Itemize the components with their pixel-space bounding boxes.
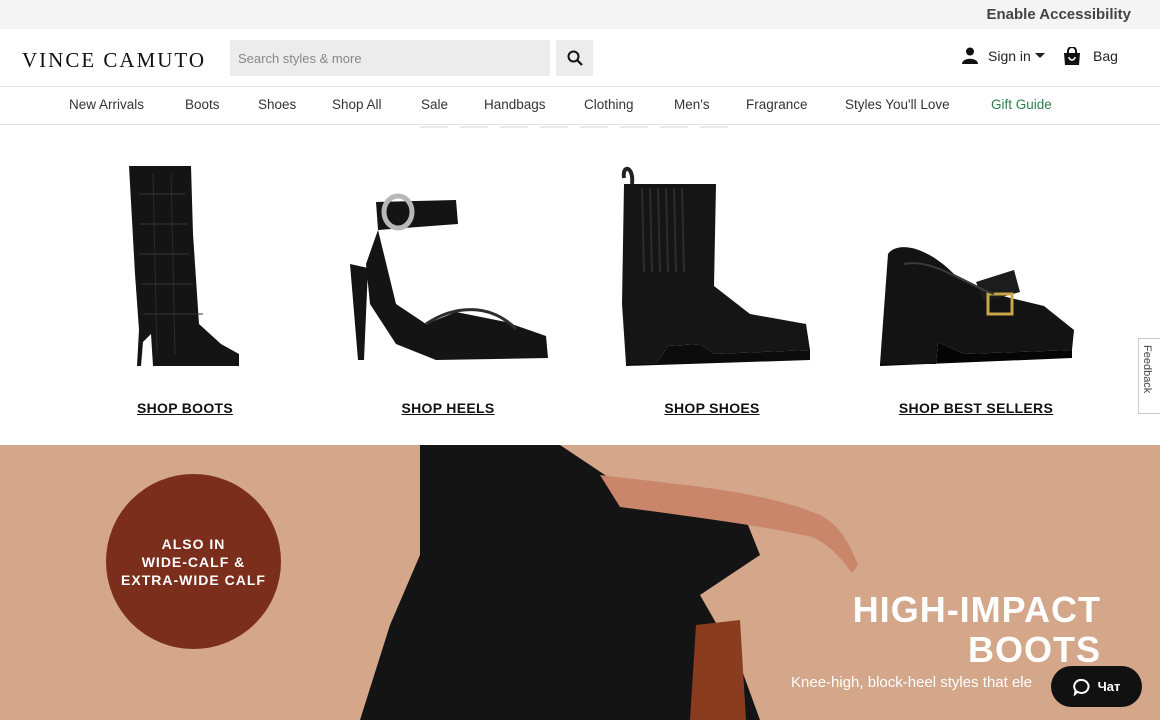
chat-button[interactable]: Чат xyxy=(1051,666,1142,707)
feedback-label: Feedback xyxy=(1141,345,1153,394)
category-card-shoes[interactable]: SHOP SHOES xyxy=(580,126,844,445)
category-card-heels[interactable]: SHOP HEELS xyxy=(316,126,580,445)
category-card-boots[interactable]: SHOP BOOTS xyxy=(53,126,317,445)
hero-subtitle: Knee-high, block-heel styles that ele xyxy=(791,674,1032,691)
search-button[interactable] xyxy=(556,40,593,76)
badge-line-3: EXTRA-WIDE CALF xyxy=(121,571,266,588)
feedback-tab[interactable]: Feedback xyxy=(1138,338,1160,414)
nav-styles-youll-love[interactable]: Styles You'll Love xyxy=(845,97,950,112)
shop-by-category: SHOP BOOTS SHOP HEELS SHOP SHOES SHOP BE… xyxy=(0,126,1160,445)
heel-sandal-image xyxy=(350,193,548,360)
wide-calf-badge: ALSO IN WIDE-CALF & EXTRA-WIDE CALF xyxy=(106,474,281,649)
badge-line-2: WIDE-CALF & xyxy=(141,553,246,570)
nav-mens[interactable]: Men's xyxy=(674,97,710,112)
nav-shop-all[interactable]: Shop All xyxy=(332,97,382,112)
nav-sale[interactable]: Sale xyxy=(421,97,448,112)
chevron-down-icon xyxy=(1034,53,1045,58)
brand-logo[interactable]: VINCE CAMUTO xyxy=(22,48,206,73)
nav-new-arrivals[interactable]: New Arrivals xyxy=(69,97,144,112)
nav-fragrance[interactable]: Fragrance xyxy=(746,97,808,112)
nav-boots[interactable]: Boots xyxy=(185,97,220,112)
site-header: VINCE CAMUTO Sign in Bag xyxy=(0,29,1160,87)
tall-boot-image xyxy=(129,166,239,366)
shop-boots-link[interactable]: SHOP BOOTS xyxy=(53,400,317,416)
nav-handbags[interactable]: Handbags xyxy=(484,97,546,112)
sign-in-menu[interactable]: Sign in xyxy=(962,47,1045,64)
shopping-bag-icon xyxy=(1064,47,1080,65)
bag-label: Bag xyxy=(1093,48,1118,64)
accessibility-bar: Enable Accessibility xyxy=(0,0,1160,29)
enable-accessibility-link[interactable]: Enable Accessibility xyxy=(986,6,1131,23)
loafer-image xyxy=(880,247,1074,366)
sign-in-label: Sign in xyxy=(988,47,1031,64)
hero-title-line-2: BOOTS xyxy=(967,629,1101,670)
main-nav: New Arrivals Boots Shoes Shop All Sale H… xyxy=(0,87,1160,125)
nav-clothing[interactable]: Clothing xyxy=(584,97,634,112)
bag-link[interactable]: Bag xyxy=(1063,47,1118,65)
chat-bubble-icon xyxy=(1072,678,1090,696)
search-input[interactable] xyxy=(230,40,550,76)
shop-best-sellers-link[interactable]: SHOP BEST SELLERS xyxy=(844,400,1108,416)
badge-line-1: ALSO IN xyxy=(161,535,226,552)
search-icon xyxy=(567,50,583,66)
hero-banner[interactable]: ALSO IN WIDE-CALF & EXTRA-WIDE CALF HIGH… xyxy=(0,445,1160,720)
nav-shoes[interactable]: Shoes xyxy=(258,97,296,112)
shop-heels-link[interactable]: SHOP HEELS xyxy=(316,400,580,416)
chat-label: Чат xyxy=(1097,679,1121,694)
shop-shoes-link[interactable]: SHOP SHOES xyxy=(580,400,844,416)
hero-title: HIGH-IMPACT BOOTS xyxy=(853,590,1101,670)
nav-gift-guide[interactable]: Gift Guide xyxy=(991,97,1052,112)
hero-title-line-1: HIGH-IMPACT xyxy=(852,589,1101,630)
ankle-boot-image xyxy=(621,167,810,366)
user-icon xyxy=(962,47,978,64)
category-card-best-sellers[interactable]: SHOP BEST SELLERS xyxy=(844,126,1108,445)
